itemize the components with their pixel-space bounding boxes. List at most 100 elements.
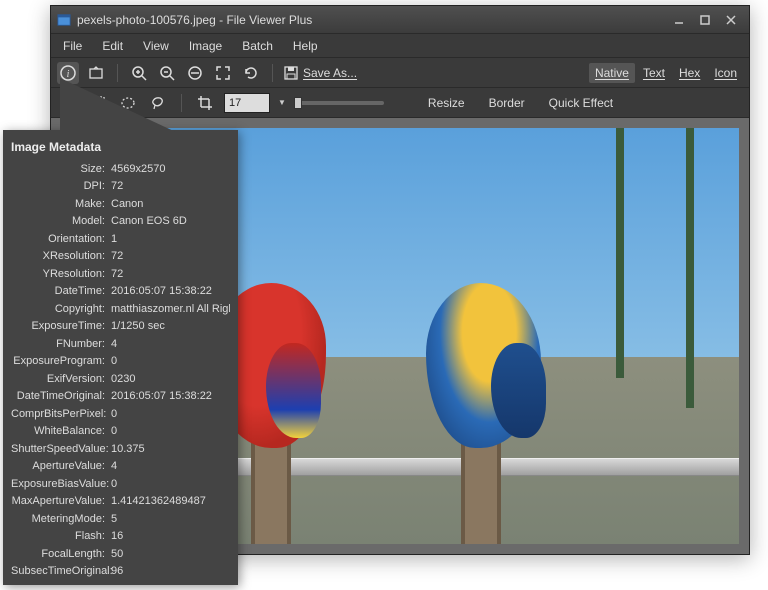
metadata-key: MeteringMode:: [11, 513, 111, 525]
metadata-row: ApertureValue:4: [11, 458, 230, 476]
maximize-button[interactable]: [693, 11, 717, 29]
resize-button[interactable]: Resize: [420, 93, 473, 113]
metadata-key: FNumber:: [11, 338, 111, 350]
metadata-title: Image Metadata: [11, 140, 230, 154]
viewmode-tabs: NativeTextHexIcon: [589, 63, 743, 83]
menubar: FileEditViewImageBatchHelp: [51, 34, 749, 58]
metadata-key: ExposureBiasValue:: [11, 478, 111, 490]
metadata-value: 2016:05:07 15:38:22: [111, 390, 230, 402]
metadata-row: DateTime:2016:05:07 15:38:22: [11, 283, 230, 301]
metadata-key: ShutterSpeedValue:: [11, 443, 111, 455]
border-button[interactable]: Border: [481, 93, 533, 113]
metadata-key: SubsecTimeOriginal:: [11, 565, 111, 577]
metadata-value: 72: [111, 268, 230, 280]
separator: [181, 94, 182, 112]
metadata-key: Size:: [11, 163, 111, 175]
menu-view[interactable]: View: [135, 36, 177, 56]
titlebar: pexels-photo-100576.jpeg - File Viewer P…: [51, 6, 749, 34]
metadata-key: Model:: [11, 215, 111, 227]
metadata-value: 0: [111, 425, 230, 437]
metadata-value: 4: [111, 460, 230, 472]
metadata-key: YResolution:: [11, 268, 111, 280]
metadata-value: matthiaszomer.nl All Rights Res: [111, 303, 230, 315]
metadata-value: 1/1250 sec: [111, 320, 230, 332]
save-as-button[interactable]: Save As...: [283, 65, 357, 81]
metadata-value: 5: [111, 513, 230, 525]
metadata-key: Flash:: [11, 530, 111, 542]
metadata-row: XResolution:72: [11, 248, 230, 266]
callout-pointer: [60, 78, 180, 134]
app-icon: [57, 13, 71, 27]
save-as-label: Save As...: [303, 66, 357, 80]
metadata-row: ComprBitsPerPixel:0: [11, 405, 230, 423]
metadata-value: 4: [111, 338, 230, 350]
metadata-row: Size:4569x2570: [11, 160, 230, 178]
metadata-value: 1: [111, 233, 230, 245]
metadata-row: FocalLength:50: [11, 545, 230, 563]
metadata-value: 0: [111, 408, 230, 420]
metadata-value: 1.41421362489487: [111, 495, 230, 507]
metadata-key: ExifVersion:: [11, 373, 111, 385]
minimize-button[interactable]: [667, 11, 691, 29]
metadata-row: Make:Canon: [11, 195, 230, 213]
metadata-key: ComprBitsPerPixel:: [11, 408, 111, 420]
metadata-key: XResolution:: [11, 250, 111, 262]
window-title: pexels-photo-100576.jpeg - File Viewer P…: [77, 13, 661, 27]
metadata-panel: Image Metadata Size:4569x2570DPI:72Make:…: [3, 130, 238, 585]
metadata-row: ShutterSpeedValue:10.375: [11, 440, 230, 458]
close-button[interactable]: [719, 11, 743, 29]
metadata-row: MeteringMode:5: [11, 510, 230, 528]
viewmode-icon[interactable]: Icon: [708, 63, 743, 83]
viewmode-text[interactable]: Text: [637, 63, 671, 83]
background-structure: [616, 128, 624, 378]
separator: [272, 64, 273, 82]
zoom-input[interactable]: [224, 93, 270, 113]
metadata-key: FocalLength:: [11, 548, 111, 560]
metadata-value: 4569x2570: [111, 163, 230, 175]
metadata-key: ExposureTime:: [11, 320, 111, 332]
metadata-row: WhiteBalance:0: [11, 423, 230, 441]
quick-effect-button[interactable]: Quick Effect: [541, 93, 621, 113]
metadata-row: Model:Canon EOS 6D: [11, 213, 230, 231]
zoom-fit-icon[interactable]: [184, 62, 206, 84]
metadata-key: DateTime:: [11, 285, 111, 297]
metadata-value: 2016:05:07 15:38:22: [111, 285, 230, 297]
crop-icon[interactable]: [194, 92, 216, 114]
zoom-dropdown-icon[interactable]: ▼: [278, 98, 286, 107]
metadata-key: MaxApertureValue:: [11, 495, 111, 507]
metadata-value: 72: [111, 250, 230, 262]
viewmode-hex[interactable]: Hex: [673, 63, 706, 83]
metadata-value: Canon EOS 6D: [111, 215, 230, 227]
metadata-value: 50: [111, 548, 230, 560]
zoom-slider[interactable]: [294, 101, 384, 105]
metadata-value: 72: [111, 180, 230, 192]
metadata-row: FNumber:4: [11, 335, 230, 353]
metadata-value: 96: [111, 565, 230, 577]
metadata-key: Copyright:: [11, 303, 111, 315]
metadata-row: Flash:16: [11, 528, 230, 546]
metadata-row: DateTimeOriginal:2016:05:07 15:38:22: [11, 388, 230, 406]
fullscreen-icon[interactable]: [212, 62, 234, 84]
metadata-row: ExposureProgram:0: [11, 353, 230, 371]
menu-help[interactable]: Help: [285, 36, 326, 56]
viewmode-native[interactable]: Native: [589, 63, 635, 83]
metadata-key: Orientation:: [11, 233, 111, 245]
metadata-key: ApertureValue:: [11, 460, 111, 472]
menu-edit[interactable]: Edit: [94, 36, 131, 56]
metadata-value: 10.375: [111, 443, 230, 455]
metadata-row: MaxApertureValue:1.41421362489487: [11, 493, 230, 511]
menu-file[interactable]: File: [55, 36, 90, 56]
slider-thumb[interactable]: [294, 97, 302, 109]
menu-batch[interactable]: Batch: [234, 36, 281, 56]
metadata-row: Copyright:matthiaszomer.nl All Rights Re…: [11, 300, 230, 318]
metadata-key: DateTimeOriginal:: [11, 390, 111, 402]
metadata-value: 0230: [111, 373, 230, 385]
metadata-value: 16: [111, 530, 230, 542]
metadata-row: DPI:72: [11, 178, 230, 196]
metadata-row: ExposureBiasValue:0: [11, 475, 230, 493]
refresh-icon[interactable]: [240, 62, 262, 84]
menu-image[interactable]: Image: [181, 36, 230, 56]
metadata-key: ExposureProgram:: [11, 355, 111, 367]
metadata-row: SubsecTimeOriginal:96: [11, 563, 230, 581]
background-structure: [686, 128, 694, 408]
